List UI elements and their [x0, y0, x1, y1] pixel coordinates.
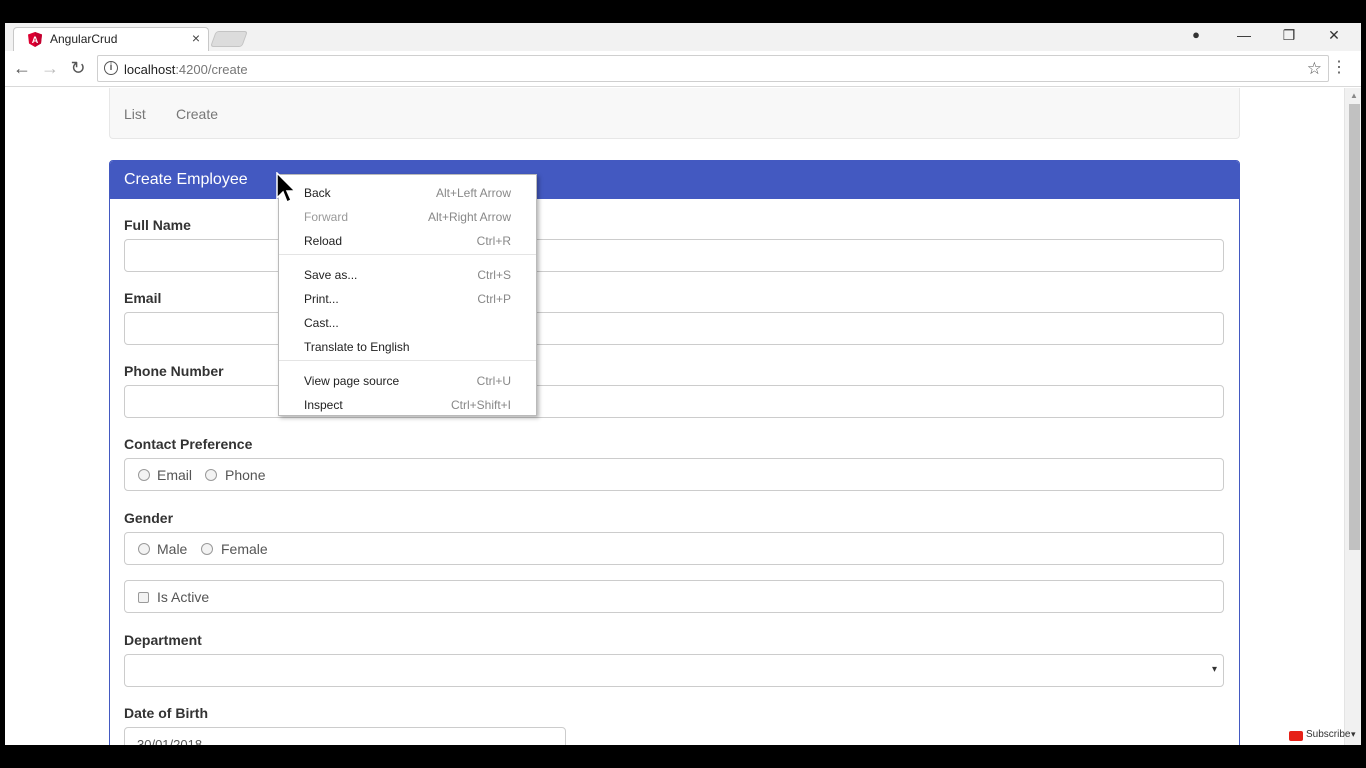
department-label: Department [124, 632, 202, 648]
ctx-separator [279, 254, 536, 255]
url-path: :4200/create [175, 62, 248, 77]
scroll-thumb[interactable] [1349, 104, 1360, 550]
ctx-translate-label: Translate to English [304, 340, 410, 354]
ctx-item-forward[interactable]: Forward Alt+Right Arrow [279, 203, 536, 227]
contact-preference-group: Email Phone [124, 458, 1224, 491]
ctx-item-reload[interactable]: Reload Ctrl+R [279, 227, 536, 251]
new-tab-button[interactable] [210, 31, 248, 47]
tab-title: AngularCrud [50, 32, 118, 46]
ctx-item-back[interactable]: Back Alt+Left Arrow [279, 179, 536, 203]
youtube-icon [1289, 731, 1303, 741]
mouse-cursor-icon [276, 172, 297, 204]
dob-label: Date of Birth [124, 705, 208, 721]
page-scrollbar[interactable]: ▲ [1344, 88, 1361, 745]
ctx-cast-label: Cast... [304, 316, 339, 330]
contact-phone-radio[interactable] [205, 469, 217, 481]
is-active-group: Is Active [124, 580, 1224, 613]
tab-close-icon[interactable]: × [192, 30, 200, 46]
ctx-print-shortcut: Ctrl+P [477, 292, 511, 306]
angular-icon: A [28, 32, 42, 47]
ctx-item-view-source[interactable]: View page source Ctrl+U [279, 367, 536, 391]
ctx-save-as-label: Save as... [304, 268, 358, 282]
window-close-icon[interactable]: ✕ [1324, 27, 1344, 44]
svg-text:A: A [32, 35, 39, 45]
contact-email-label: Email [157, 467, 193, 483]
ctx-item-cast[interactable]: Cast... [279, 309, 536, 333]
ctx-reload-label: Reload [304, 234, 343, 248]
gender-female-radio[interactable] [201, 543, 213, 555]
ctx-print-label: Print... [304, 292, 339, 306]
email-label: Email [124, 290, 162, 306]
nav-link-create[interactable]: Create [176, 106, 218, 122]
is-active-checkbox[interactable] [138, 592, 149, 603]
full-name-label: Full Name [124, 217, 191, 233]
browser-tab[interactable]: A AngularCrud × [13, 27, 209, 51]
contact-email-radio[interactable] [138, 469, 150, 481]
ctx-item-inspect[interactable]: Inspect Ctrl+Shift+I [279, 391, 536, 415]
dob-value: 30/01/2018 [137, 737, 203, 745]
browser-window: A AngularCrud × ● — ❐ ✕ ← → ↻ i localhos… [5, 23, 1361, 745]
app-navbar: List Create [109, 88, 1240, 139]
contact-preference-label: Contact Preference [124, 436, 253, 452]
address-bar[interactable]: i localhost:4200/create ☆ [97, 55, 1329, 82]
back-icon[interactable]: ← [11, 59, 33, 77]
ctx-forward-shortcut: Alt+Right Arrow [427, 210, 511, 224]
url-text: localhost:4200/create [124, 62, 248, 77]
ctx-save-as-shortcut: Ctrl+S [477, 268, 511, 282]
gender-male-radio[interactable] [138, 543, 150, 555]
screen: A AngularCrud × ● — ❐ ✕ ← → ↻ i localhos… [0, 0, 1366, 768]
phone-label: Phone Number [124, 363, 224, 379]
tab-strip: A AngularCrud × ● — ❐ ✕ [5, 23, 1361, 51]
ctx-view-source-label: View page source [304, 374, 400, 388]
context-menu: Back Alt+Left Arrow Forward Alt+Right Ar… [278, 174, 537, 416]
panel-title: Create Employee [124, 171, 248, 188]
ctx-item-save-as[interactable]: Save as... Ctrl+S [279, 261, 536, 285]
account-icon[interactable]: ● [1186, 27, 1206, 42]
minimize-icon[interactable]: — [1234, 27, 1254, 43]
ctx-back-shortcut: Alt+Left Arrow [435, 186, 511, 200]
gender-label: Gender [124, 510, 174, 526]
forward-icon[interactable]: → [39, 59, 61, 77]
subscribe-label: Subscribe [1306, 729, 1351, 740]
scroll-up-icon[interactable]: ▲ [1350, 91, 1358, 100]
chevron-down-icon: ▾ [1211, 664, 1217, 675]
gender-male-label: Male [157, 541, 188, 557]
ctx-inspect-shortcut: Ctrl+Shift+I [450, 398, 511, 412]
reload-icon[interactable]: ↻ [67, 59, 89, 77]
url-host: localhost [124, 62, 176, 77]
ctx-item-print[interactable]: Print... Ctrl+P [279, 285, 536, 309]
gender-female-label: Female [221, 541, 268, 557]
ctx-forward-label: Forward [304, 210, 349, 224]
chevron-down-icon: ▾ [1351, 729, 1356, 739]
bookmark-star-icon[interactable]: ☆ [1307, 59, 1322, 79]
contact-phone-label: Phone [225, 467, 266, 483]
gender-group: Male Female [124, 532, 1224, 565]
dob-input[interactable]: 30/01/2018 [124, 727, 566, 745]
ctx-back-label: Back [304, 186, 331, 200]
browser-toolbar: ← → ↻ i localhost:4200/create ☆ ⋮ [5, 51, 1361, 87]
is-active-label: Is Active [157, 589, 210, 605]
ctx-reload-shortcut: Ctrl+R [476, 234, 511, 248]
ctx-view-source-shortcut: Ctrl+U [476, 374, 511, 388]
nav-link-list[interactable]: List [124, 106, 146, 122]
department-select[interactable]: ▾ [124, 654, 1224, 687]
info-icon[interactable]: i [104, 61, 118, 75]
ctx-item-translate[interactable]: Translate to English [279, 333, 536, 357]
ctx-separator [279, 360, 536, 361]
browser-menu-icon[interactable]: ⋮ [1331, 57, 1347, 77]
ctx-inspect-label: Inspect [304, 398, 343, 412]
page-viewport: List Create Create Employee Full Name Em… [5, 88, 1361, 745]
maximize-icon[interactable]: ❐ [1279, 27, 1299, 44]
